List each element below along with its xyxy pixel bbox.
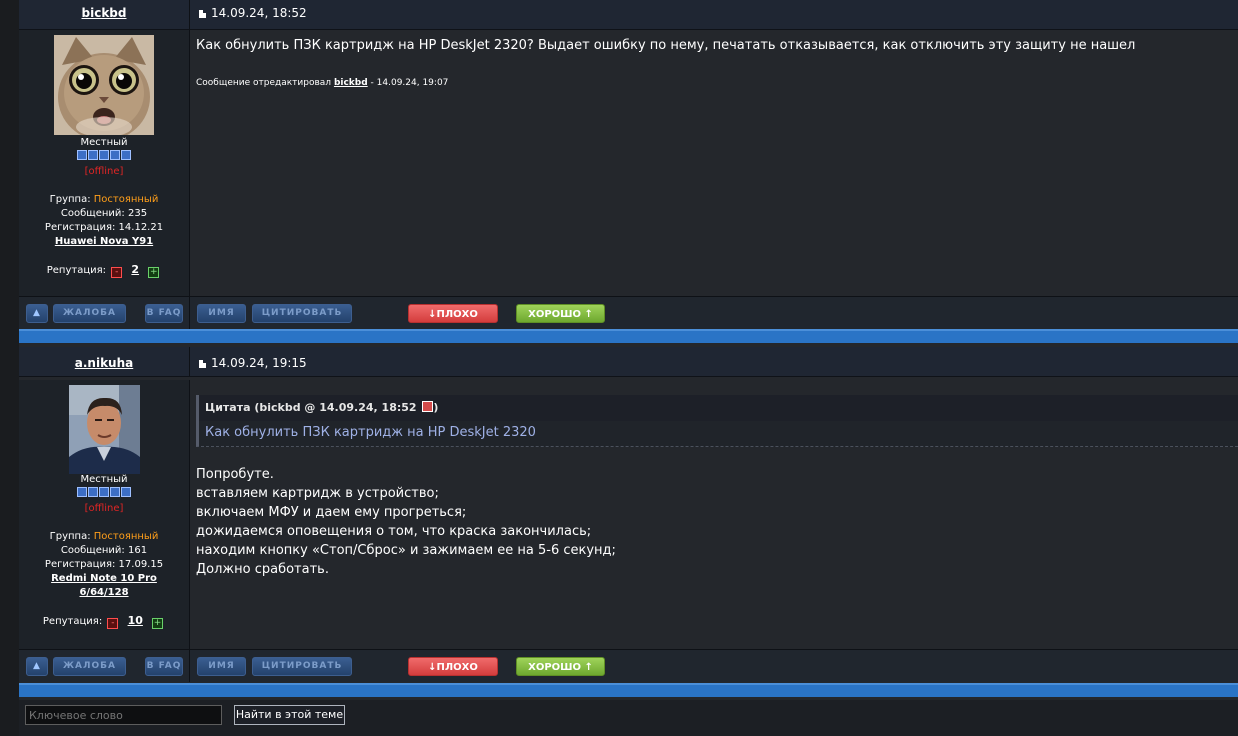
post-message: Попробуте. вставляем картридж в устройст… bbox=[196, 465, 616, 579]
online-status: [offline] bbox=[84, 166, 124, 177]
user-device-link-line2[interactable]: 6/64/128 bbox=[19, 586, 189, 600]
quote-button[interactable]: ЦИТИРОВАТЬ bbox=[252, 304, 352, 323]
message-line: дожидаемся оповещения о том, что краска … bbox=[196, 524, 592, 539]
avatar bbox=[54, 35, 154, 135]
user-rank: Местный bbox=[80, 137, 128, 148]
quote-source-icon[interactable] bbox=[422, 401, 434, 412]
user-rank: Местный bbox=[80, 474, 128, 485]
user-sidebar: Местный [offline] Группа: Постоянный Соо… bbox=[19, 380, 190, 649]
group-value: Постоянный bbox=[93, 194, 159, 205]
user-registration: Регистрация: 14.12.21 bbox=[44, 222, 164, 233]
faq-button[interactable]: В FAQ bbox=[145, 304, 183, 323]
edit-user-link[interactable]: bickbd bbox=[334, 78, 368, 88]
reputation-minus-icon[interactable]: - bbox=[107, 618, 119, 629]
message-line: Должно сработать. bbox=[196, 562, 329, 577]
post-date: 14.09.24, 18:52 bbox=[199, 0, 307, 29]
post-toolbar: ЖАЛОБА В FAQ ИМЯ ЦИТИРОВАТЬ ↓ПЛОХО ХОРОШ… bbox=[19, 649, 1238, 682]
complaint-button[interactable]: ЖАЛОБА bbox=[53, 304, 126, 323]
post-link-icon[interactable] bbox=[199, 360, 206, 368]
name-button[interactable]: ИМЯ bbox=[197, 657, 246, 676]
bad-button[interactable]: ↓ПЛОХО bbox=[408, 304, 498, 323]
reputation-value[interactable]: 10 bbox=[128, 614, 143, 627]
user-device-link[interactable]: Redmi Note 10 Pro bbox=[19, 572, 189, 586]
arrow-up-icon: ↑ bbox=[584, 309, 593, 320]
post-toolbar: ЖАЛОБА В FAQ ИМЯ ЦИТИРОВАТЬ ↓ПЛОХО ХОРОШ… bbox=[19, 296, 1238, 329]
user-device-link[interactable]: Huawei Nova Y91 bbox=[19, 235, 189, 249]
bad-button[interactable]: ↓ПЛОХО bbox=[408, 657, 498, 676]
arrow-up-icon: ↑ bbox=[584, 662, 593, 673]
search-button[interactable]: Найти в этой теме bbox=[234, 705, 345, 725]
post-content: Как обнулить ПЗК картридж на HP DeskJet … bbox=[190, 30, 1238, 296]
author-name[interactable]: bickbd bbox=[19, 0, 189, 29]
quote-button[interactable]: ЦИТИРОВАТЬ bbox=[252, 657, 352, 676]
complaint-button[interactable]: ЖАЛОБА bbox=[53, 657, 126, 676]
post-date-text: 14.09.24, 19:15 bbox=[211, 356, 307, 370]
faq-button[interactable]: В FAQ bbox=[145, 657, 183, 676]
reputation: Репутация: - 10 + bbox=[42, 614, 164, 629]
good-button[interactable]: ХОРОШО ↑ bbox=[516, 304, 605, 323]
post-message: Как обнулить ПЗК картридж на HP DeskJet … bbox=[196, 38, 1136, 53]
edit-note: Сообщение отредактировал bickbd - 14.09.… bbox=[196, 78, 449, 88]
message-line: Попробуте. bbox=[196, 467, 274, 482]
name-button[interactable]: ИМЯ bbox=[197, 304, 246, 323]
reputation-minus-icon[interactable]: - bbox=[111, 267, 123, 278]
post: bickbd 14.09.24, 18:52 Местный [offline]… bbox=[19, 0, 1238, 330]
reputation-plus-icon[interactable]: + bbox=[148, 267, 160, 278]
post-link-icon[interactable] bbox=[199, 10, 206, 18]
quote-header: Цитата (bickbd @ 14.09.24, 18:52 ) bbox=[196, 395, 1238, 421]
user-messages: Сообщений: 235 bbox=[60, 208, 148, 219]
reputation: Репутация: - 2 + bbox=[46, 263, 160, 278]
post-divider bbox=[19, 329, 1238, 343]
message-line: вставляем картридж в устройство; bbox=[196, 486, 439, 501]
user-group: Группа: Постоянный bbox=[49, 531, 159, 542]
reputation-plus-icon[interactable]: + bbox=[152, 618, 164, 629]
user-info: Местный [offline] Группа: Постоянный Соо… bbox=[19, 136, 189, 278]
rank-stars bbox=[19, 150, 189, 165]
person-avatar-image bbox=[69, 385, 140, 474]
message-line: находим кнопку «Стоп/Сброс» и зажимаем е… bbox=[196, 543, 616, 558]
group-value: Постоянный bbox=[93, 531, 159, 542]
header-separator bbox=[189, 0, 190, 29]
arrow-down-icon: ↓ bbox=[428, 309, 437, 320]
quote-body: Как обнулить ПЗК картридж на HP DeskJet … bbox=[196, 421, 1238, 447]
topic-search-bar: Найти в этой теме bbox=[19, 700, 1238, 736]
toolbar-separator bbox=[189, 297, 190, 329]
author-name[interactable]: a.nikuha bbox=[19, 347, 189, 376]
message-line: включаем МФУ и даем ему прогреться; bbox=[196, 505, 467, 520]
scroll-top-button[interactable] bbox=[26, 657, 48, 676]
toolbar-separator bbox=[189, 650, 190, 682]
post-content: Цитата (bickbd @ 14.09.24, 18:52 ) Как о… bbox=[190, 380, 1238, 649]
reputation-value[interactable]: 2 bbox=[131, 263, 139, 276]
post-divider bbox=[19, 683, 1238, 697]
user-messages: Сообщений: 161 bbox=[60, 545, 148, 556]
post-header: bickbd 14.09.24, 18:52 bbox=[19, 0, 1238, 30]
topic-container: bickbd 14.09.24, 18:52 Местный [offline]… bbox=[19, 0, 1238, 736]
user-sidebar: Местный [offline] Группа: Постоянный Соо… bbox=[19, 30, 190, 296]
post: a.nikuha 14.09.24, 19:15 Местный [offlin… bbox=[19, 347, 1238, 683]
user-registration: Регистрация: 17.09.15 bbox=[44, 559, 164, 570]
arrow-down-icon: ↓ bbox=[428, 662, 437, 673]
user-group: Группа: Постоянный bbox=[49, 194, 159, 205]
post-header: a.nikuha 14.09.24, 19:15 bbox=[19, 347, 1238, 377]
cat-avatar-image bbox=[54, 35, 154, 135]
avatar bbox=[69, 385, 140, 474]
good-button[interactable]: ХОРОШО ↑ bbox=[516, 657, 605, 676]
post-date: 14.09.24, 19:15 bbox=[199, 347, 307, 376]
online-status: [offline] bbox=[84, 503, 124, 514]
post-date-text: 14.09.24, 18:52 bbox=[211, 6, 307, 20]
scroll-top-button[interactable] bbox=[26, 304, 48, 323]
search-input[interactable] bbox=[25, 705, 222, 725]
header-separator bbox=[189, 347, 190, 376]
rank-stars bbox=[19, 487, 189, 502]
user-info: Местный [offline] Группа: Постоянный Соо… bbox=[19, 473, 189, 629]
